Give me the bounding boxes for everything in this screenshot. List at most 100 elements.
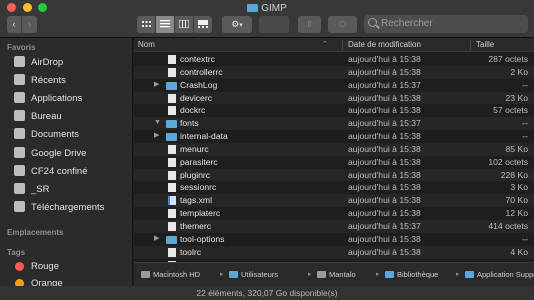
sidebar-item[interactable]: Téléchargements (14, 200, 104, 215)
path-crumb[interactable]: Mantalo (317, 270, 356, 280)
folder-icon (385, 271, 394, 278)
folder-icon (247, 4, 259, 12)
list-view-button[interactable] (156, 16, 175, 33)
tag-icon: ⬭ (338, 19, 347, 29)
file-size: 23 Ko (505, 92, 528, 103)
sort-caret-icon: ⌃ (322, 41, 328, 48)
file-row[interactable]: dockrc aujourd'hui à 15:38 57 octets (134, 104, 534, 117)
file-date: aujourd'hui à 15:38 (348, 54, 421, 64)
view-mode-segment (137, 16, 212, 33)
icon-view-button[interactable] (137, 16, 156, 33)
sidebar-item[interactable]: CF24 confiné (14, 164, 88, 179)
gallery-view-button[interactable] (194, 16, 212, 33)
file-size: 70 Ko (505, 195, 528, 206)
column-size-header[interactable]: Taille (476, 38, 494, 52)
xml-file-icon (168, 196, 176, 206)
column-divider[interactable] (470, 40, 471, 50)
path-crumb-label: Macintosh HD (153, 270, 201, 279)
column-date-header[interactable]: Date de modification (348, 38, 421, 52)
sidebar-item[interactable]: Récents (14, 74, 66, 88)
file-date: aujourd'hui à 15:38 (348, 233, 421, 244)
path-crumb[interactable]: Bibliothèque (385, 270, 438, 280)
download-icon (14, 200, 25, 212)
file-name: CrashLog (180, 79, 218, 90)
column-header: Nom ⌃ Date de modification Taille (134, 38, 534, 52)
file-date: aujourd'hui à 15:37 (348, 118, 421, 129)
file-name: templaterc (180, 208, 221, 219)
sidebar-item-label: Google Drive (31, 147, 87, 159)
file-size: 287 octets (488, 54, 528, 64)
file-size: -- (522, 131, 528, 142)
sidebar-tag-item[interactable]: Rouge (14, 260, 59, 274)
column-name-header[interactable]: Nom (138, 38, 155, 52)
document-icon (168, 221, 176, 231)
file-row[interactable]: ▶ CrashLog aujourd'hui à 15:37 -- (134, 79, 534, 92)
back-button[interactable]: ‹ (7, 16, 22, 33)
file-date: aujourd'hui à 15:38 (348, 195, 421, 206)
path-crumb-label: Utilisateurs (241, 270, 279, 279)
sidebar-item[interactable]: Bureau (14, 110, 62, 124)
file-row[interactable]: themerc aujourd'hui à 15:37 414 octets (134, 219, 534, 233)
path-crumb[interactable]: Utilisateurs (229, 270, 278, 280)
disclosure-open-icon[interactable]: ▼ (154, 117, 161, 130)
file-date: aujourd'hui à 15:38 (348, 105, 421, 116)
column-divider[interactable] (342, 40, 343, 50)
file-date: aujourd'hui à 15:38 (348, 66, 421, 77)
sidebar-item[interactable]: Google Drive (14, 146, 87, 161)
file-rows: contextrc aujourd'hui à 15:38 287 octets co… (134, 53, 534, 262)
disclosure-closed-icon[interactable]: ▶ (154, 130, 159, 143)
list-icon (160, 20, 170, 28)
folder-icon (465, 271, 474, 278)
file-row[interactable]: sessionrc aujourd'hui à 15:38 3 Ko (134, 181, 534, 194)
document-icon (168, 247, 176, 257)
file-row[interactable]: ▼ fonts aujourd'hui à 15:37 -- (134, 117, 534, 131)
title-bar: GIMP ‹ › ⚙▾ ⇧ ⬭ Rechercher (0, 0, 534, 38)
forward-button[interactable]: › (22, 16, 37, 33)
search-icon (368, 18, 377, 27)
file-row[interactable]: templaterc aujourd'hui à 15:38 12 Ko (134, 207, 534, 220)
column-view-button[interactable] (175, 16, 194, 33)
document-icon (168, 157, 176, 167)
file-row[interactable]: toolrc aujourd'hui à 15:38 4 Ko (134, 245, 534, 259)
share-button[interactable]: ⇧ (298, 16, 321, 33)
file-date: aujourd'hui à 15:38 (348, 143, 421, 154)
disclosure-closed-icon[interactable]: ▶ (154, 233, 159, 246)
file-name: toolrc (180, 246, 202, 257)
file-row[interactable]: ▶ internal-data aujourd'hui à 15:38 -- (134, 130, 534, 143)
disclosure-closed-icon[interactable]: ▶ (154, 79, 159, 92)
sidebar-item[interactable]: _SR (14, 182, 50, 197)
folder-icon (166, 81, 177, 90)
tags-button[interactable]: ⬭ (328, 16, 357, 33)
share-icon: ⇧ (305, 19, 314, 29)
file-row[interactable]: devicerc aujourd'hui à 15:38 23 Ko (134, 91, 534, 105)
path-crumb[interactable]: Application Support (465, 270, 534, 280)
action-menu-button[interactable]: ⚙▾ (222, 16, 252, 33)
file-name: menurc (180, 143, 209, 154)
file-row[interactable]: pluginrc aujourd'hui à 15:38 228 Ko (134, 168, 534, 182)
file-size: 2 Ko (510, 66, 528, 77)
document-icon (168, 144, 176, 154)
file-date: aujourd'hui à 15:38 (348, 169, 421, 180)
file-row[interactable]: parasiterc aujourd'hui à 15:38 102 octets (134, 156, 534, 169)
file-name: sessionrc (180, 182, 217, 193)
document-icon (168, 209, 176, 219)
file-row[interactable]: tags.xml aujourd'hui à 15:38 70 Ko (134, 194, 534, 208)
file-row[interactable]: contextrc aujourd'hui à 15:38 287 octets (134, 53, 534, 66)
path-separator-icon: ▸ (220, 271, 224, 278)
sidebar: Favoris AirDrop Récents Applications Bureau… (0, 38, 133, 300)
file-row[interactable]: ▶ tool-options aujourd'hui à 15:38 -- (134, 233, 534, 246)
desktop-icon (14, 110, 25, 122)
sidebar-header-favorites: Favoris (7, 43, 36, 52)
path-crumb[interactable]: Macintosh HD (141, 270, 200, 280)
hard-drive-icon (141, 271, 150, 278)
sidebar-item[interactable]: Documents (14, 128, 79, 142)
grid-icon (141, 21, 151, 27)
file-row[interactable]: menurc aujourd'hui à 15:38 85 Ko (134, 142, 534, 156)
sidebar-item-label: _SR (31, 183, 50, 195)
file-name: devicerc (180, 92, 212, 103)
sidebar-item[interactable]: AirDrop (14, 56, 63, 70)
search-input[interactable]: Rechercher (364, 15, 528, 33)
file-list: Nom ⌃ Date de modification Taille contex… (134, 38, 534, 262)
sidebar-item[interactable]: Applications (14, 92, 82, 106)
file-row[interactable]: controllerrc aujourd'hui à 15:38 2 Ko (134, 65, 534, 79)
